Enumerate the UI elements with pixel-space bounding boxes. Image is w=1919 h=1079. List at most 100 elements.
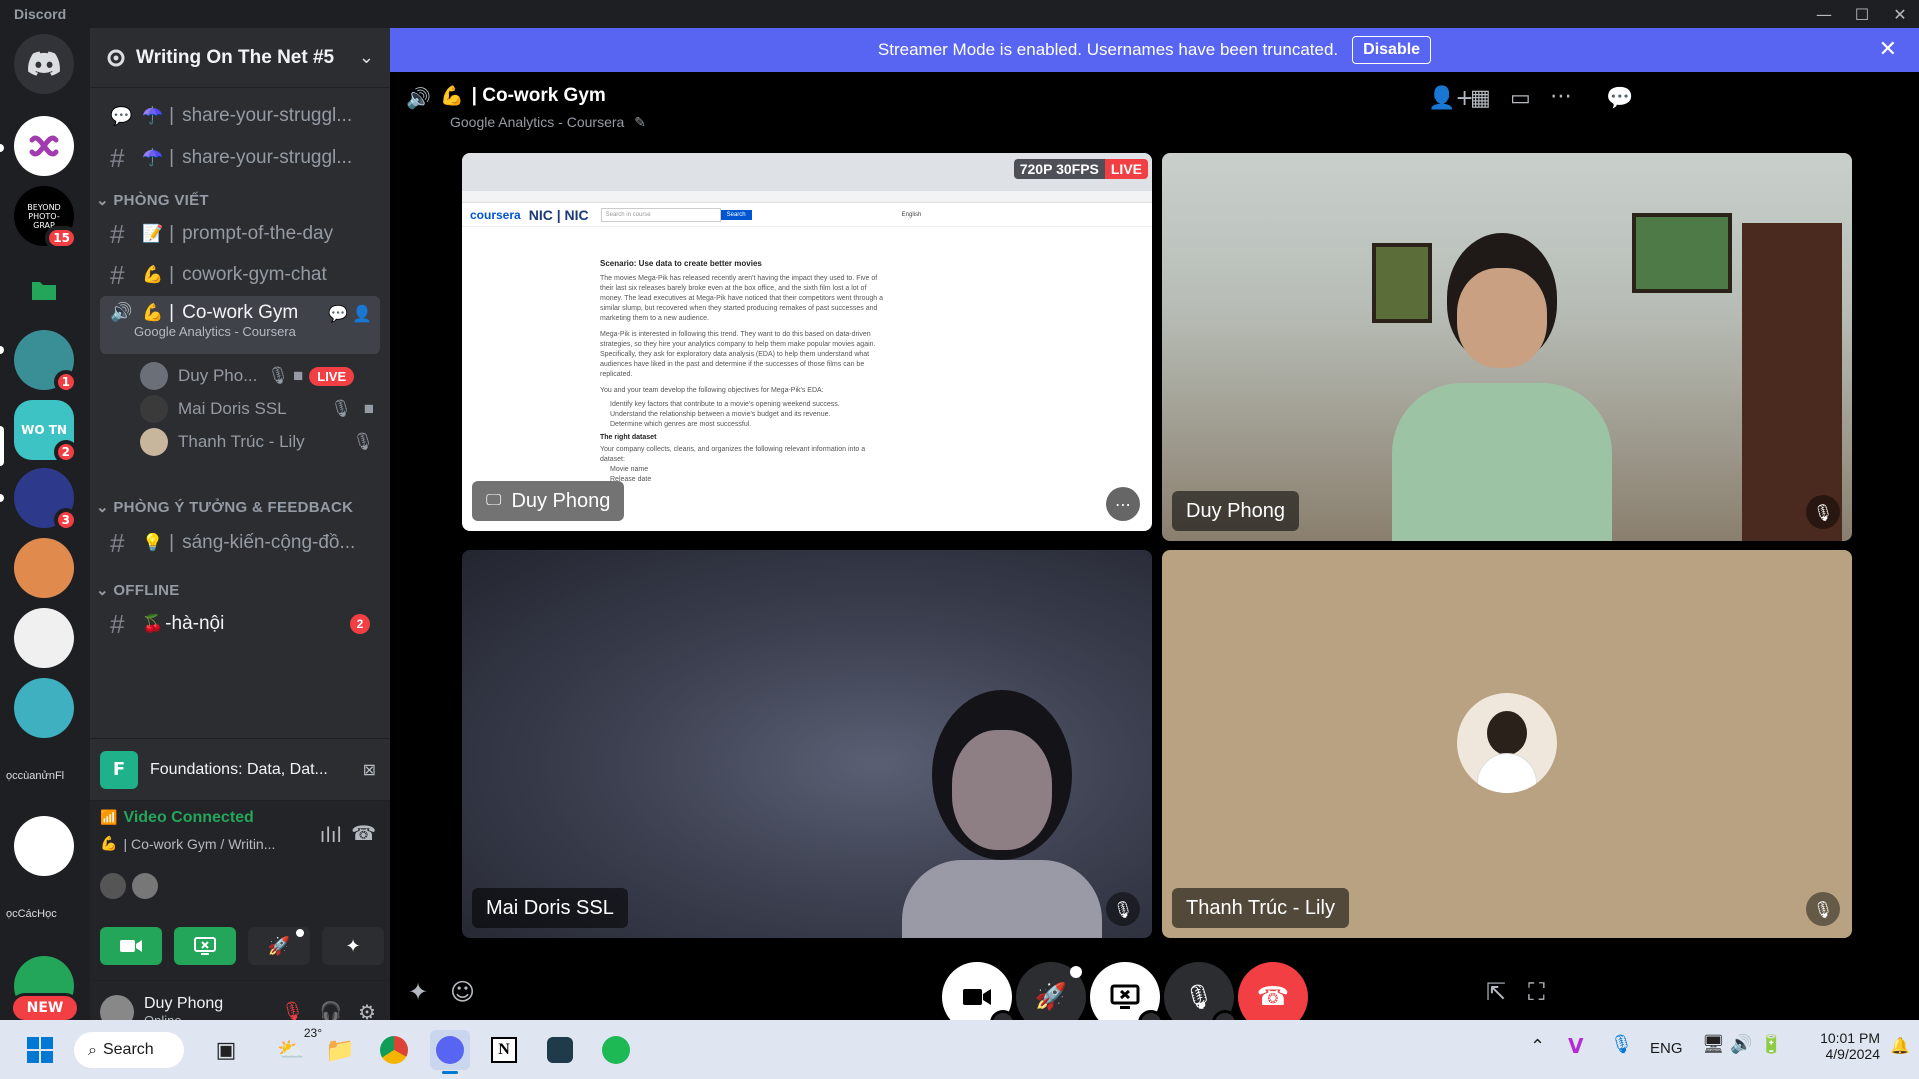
popout-icon[interactable]: ▭ [1510, 86, 1531, 111]
channel-emoji: 💪 [142, 265, 164, 284]
emoji-icon[interactable]: ☺ [450, 978, 475, 1006]
microphone-icon[interactable]: 🎙 [1610, 1034, 1633, 1055]
server-icon-beyond[interactable]: BEYOND PHOTO-GRAP 15 [14, 186, 78, 250]
video-tile[interactable]: Thanh Trúc - Lily 🎙 [1162, 550, 1852, 938]
language-indicator[interactable]: ENG [1650, 1040, 1683, 1057]
layout-grid-icon[interactable]: ▦ [1470, 86, 1491, 111]
video-tile[interactable]: Duy Phong 🎙 [1162, 153, 1852, 541]
server-icon[interactable]: 3 [14, 468, 78, 532]
guild-header[interactable]: Writing On The Net #5 ⌄ [90, 28, 390, 88]
voice-user[interactable]: Duy Pho... 🎙 ■ LIVE [140, 358, 380, 394]
server-icon[interactable] [14, 538, 74, 598]
server-icon[interactable] [14, 816, 74, 876]
close-window-button[interactable]: ✕ [1881, 0, 1919, 28]
chevron-up-icon[interactable]: ⌃ [1530, 1036, 1545, 1057]
soundboard-icon[interactable]: ✦ [408, 978, 428, 1006]
channel-emoji: 💪 [100, 835, 118, 851]
notion-icon[interactable]: N [484, 1030, 524, 1070]
unread-badge: 2 [350, 614, 370, 634]
course-search-button[interactable]: Search [720, 209, 752, 220]
mention-badge: 15 [45, 226, 78, 250]
minimize-button[interactable]: — [1805, 0, 1843, 28]
more-icon[interactable]: ⋯ [1550, 84, 1572, 109]
file-explorer-icon[interactable]: 📁 [320, 1030, 360, 1070]
screen-share-button[interactable] [174, 927, 236, 965]
app-icon[interactable] [540, 1030, 580, 1070]
video-tile[interactable]: Mai Doris SSL 🎙 [462, 550, 1152, 938]
category-header[interactable]: ⌄ PHÒNG VIẾT [96, 191, 209, 209]
channel-item[interactable]: # 🍒 -hà-nội 2 [100, 604, 380, 644]
notification-icon[interactable]: 🔔 [1890, 1036, 1910, 1055]
channel-item[interactable]: # ☂️ | share-your-struggl... [100, 138, 380, 178]
stop-stream-icon[interactable]: ⊠ [363, 760, 376, 779]
server-icon-wotn[interactable]: WO TN 2 [14, 400, 78, 464]
avatar [140, 362, 168, 390]
new-badge[interactable]: NEW [10, 993, 80, 1023]
more-options-button[interactable]: ⋯ [1106, 487, 1140, 521]
server-text[interactable]: ọccùanửnFl [6, 770, 86, 782]
server-icon-folder[interactable] [14, 260, 74, 320]
channel-name: share-your-struggl... [182, 147, 353, 168]
close-icon[interactable]: ✕ [1879, 36, 1897, 62]
soundboard-button[interactable]: ✦ [322, 927, 384, 965]
windows-start-button[interactable] [20, 1030, 60, 1070]
doc-paragraph: Your company collects, cleans, and organ… [600, 446, 866, 463]
mic-muted-icon: 🎙 [1183, 983, 1215, 1011]
disable-button[interactable]: Disable [1352, 36, 1432, 64]
maximize-button[interactable]: ☐ [1843, 0, 1881, 28]
server-icon[interactable] [14, 608, 74, 668]
chat-icon[interactable]: 💬 [328, 304, 348, 324]
battery-icon[interactable]: 🔋 [1760, 1034, 1782, 1055]
headphones-icon[interactable]: 🎧 [320, 1001, 342, 1022]
server-text[interactable]: ọcCácHọc [6, 908, 86, 920]
taskbar-search[interactable]: ⌕ Search [74, 1032, 184, 1068]
noise-suppression-icon[interactable]: ılıl [320, 823, 342, 847]
activity-panel[interactable]: F Foundations: Data, Dat... ⊠ [90, 738, 390, 800]
hash-icon: # [110, 608, 125, 639]
add-user-icon[interactable]: 👤 [352, 304, 372, 324]
home-button[interactable] [14, 34, 74, 94]
fullscreen-icon[interactable]: ⛶ [1528, 978, 1545, 1006]
network-icon[interactable]: 🖥 [1702, 1034, 1725, 1055]
edit-icon[interactable]: ✎ [634, 114, 646, 130]
camera-toggle-button[interactable] [100, 927, 162, 965]
server-icon[interactable] [14, 678, 74, 738]
voice-channel-active[interactable]: 🔊 💪 | Co-work Gym Google Analytics - Cour… [100, 296, 380, 354]
disconnect-icon[interactable]: ☎ [351, 821, 376, 845]
app-tray-icon[interactable]: V [1568, 1034, 1583, 1058]
channel-item[interactable]: # 💪 | cowork-gym-chat [100, 255, 380, 295]
course-search-input[interactable]: Search in course [600, 207, 721, 222]
discord-taskbar-icon[interactable] [430, 1030, 470, 1074]
channel-item[interactable]: # 📝 | prompt-of-the-day [100, 214, 380, 254]
mic-muted-icon[interactable]: 🎙 [281, 1001, 304, 1022]
speaker-icon: 🔊 [406, 86, 431, 110]
category-label: PHÒNG Ý TƯỞNG & FEEDBACK [113, 499, 354, 516]
voice-user[interactable]: Mai Doris SSL 🎙 ■ [140, 391, 380, 427]
channel-emoji: 💪 [440, 86, 464, 107]
channel-item[interactable]: # 💡 | sáng-kiến-cộng-đồ... [100, 523, 380, 563]
chrome-icon[interactable] [374, 1030, 414, 1070]
chat-icon[interactable]: 💬 [1606, 86, 1633, 111]
task-view-icon[interactable]: ▣ [206, 1030, 246, 1070]
activities-button[interactable]: 🚀 [248, 927, 310, 965]
tile-name-tag: Thanh Trúc - Lily [1172, 888, 1349, 928]
stream-tile[interactable]: coursera NIC | NIC Search in course Sear… [462, 153, 1152, 531]
server-icon[interactable]: 1 [14, 330, 78, 394]
spotify-icon[interactable] [596, 1030, 636, 1070]
avatar [140, 428, 168, 456]
mic-muted-icon: 🎙 [1106, 892, 1140, 926]
language-select[interactable]: English [902, 212, 922, 218]
clock[interactable]: 10:01 PM 4/9/2024 [1800, 1030, 1880, 1062]
category-header[interactable]: ⌄ OFFLINE [96, 581, 180, 599]
live-badge: LIVE [309, 366, 355, 386]
channel-item[interactable]: 💬 ☂️ | share-your-struggl... [100, 96, 380, 136]
category-header[interactable]: ⌄ PHÒNG Ý TƯỞNG & FEEDBACK [96, 498, 353, 516]
popout-icon[interactable]: ⇱ [1486, 978, 1506, 1006]
volume-icon[interactable]: 🔊 [1730, 1034, 1752, 1055]
taskbar: ⌕ Search ▣ ⛅ 23° 📁 N ⌃ V 🎙 ENG 🖥 🔊 🔋 10:… [0, 1020, 1919, 1079]
weather-widget[interactable]: ⛅ 23° [266, 1026, 322, 1070]
invite-icon[interactable]: 👤+ [1428, 86, 1474, 111]
server-icon[interactable] [14, 116, 74, 176]
voice-location[interactable]: Co-work Gym / Writin... [131, 836, 275, 852]
voice-user[interactable]: Thanh Trúc - Lily 🎙 [140, 424, 380, 460]
